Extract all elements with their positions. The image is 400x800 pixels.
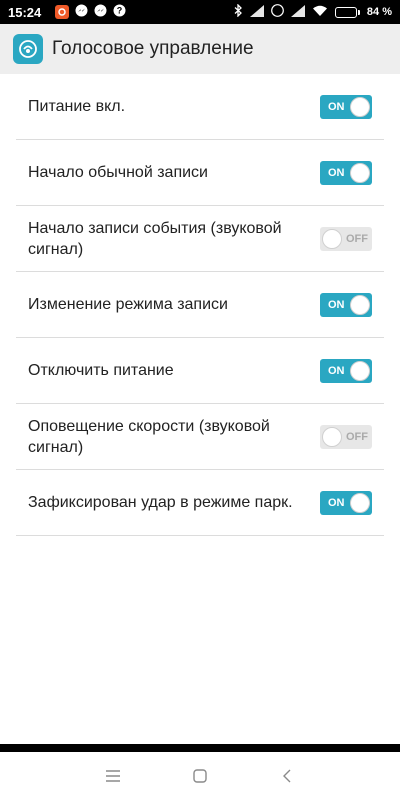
setting-row[interactable]: Начало обычной записи ON (16, 140, 384, 206)
setting-label: Начало обычной записи (28, 164, 208, 181)
toggle-state-label: ON (328, 100, 345, 113)
setting-row[interactable]: Изменение режима записи ON (16, 272, 384, 338)
toggle-state-label: OFF (346, 430, 368, 443)
app-notification-icon (55, 5, 70, 19)
wifi-icon (312, 5, 328, 20)
setting-toggle[interactable]: ON (320, 292, 372, 317)
setting-row[interactable]: Оповещение скорости (звуковой сигнал) OFF (16, 404, 384, 470)
toggle-state-label: ON (328, 298, 345, 311)
setting-toggle[interactable]: ON (320, 160, 372, 185)
setting-label: Оповещение скорости (звуковой сигнал) (28, 417, 270, 456)
app-bar: Голосовое управление (0, 24, 400, 74)
status-time: 15:24 (8, 4, 42, 20)
toggle-knob (350, 360, 370, 381)
bluetooth-icon (234, 3, 243, 20)
toggle-knob (350, 294, 370, 315)
setting-toggle[interactable]: ON (320, 490, 372, 515)
setting-row[interactable]: Отключить питание ON (16, 338, 384, 404)
messenger-icon (75, 4, 88, 20)
setting-label: Начало записи события (звуковой сигнал) (28, 219, 282, 258)
setting-toggle[interactable]: OFF (320, 226, 372, 251)
status-left: 15:24 ? (8, 4, 126, 20)
voice-control-icon (13, 34, 43, 64)
setting-toggle[interactable]: ON (320, 94, 372, 119)
r-badge-icon (271, 4, 284, 20)
setting-label: Питание вкл. (28, 98, 126, 115)
toggle-knob (350, 162, 370, 183)
home-icon[interactable] (185, 761, 215, 791)
toggle-knob (322, 426, 342, 447)
status-bar: 15:24 ? 84 % (0, 0, 400, 24)
toggle-state-label: OFF (346, 232, 368, 245)
svg-text:?: ? (117, 6, 123, 16)
setting-label: Отключить питание (28, 362, 174, 379)
status-right: 84 % (234, 3, 392, 20)
settings-list: Питание вкл. ON Начало обычной записи ON Нач… (16, 74, 384, 536)
setting-row[interactable]: Зафиксирован удар в режиме парк. ON (16, 470, 384, 536)
setting-toggle[interactable]: OFF (320, 424, 372, 449)
toggle-state-label: ON (328, 364, 345, 377)
battery-text: 84 % (366, 6, 392, 18)
setting-row[interactable]: Питание вкл. ON (16, 74, 384, 140)
settings-content: Питание вкл. ON Начало обычной записи ON Нач… (0, 74, 400, 744)
toggle-knob (350, 96, 370, 117)
back-icon[interactable] (272, 761, 302, 791)
question-icon: ? (113, 4, 126, 20)
page-title: Голосовое управление (52, 38, 254, 59)
setting-label: Изменение режима записи (28, 296, 228, 313)
toggle-state-label: ON (328, 166, 345, 179)
toggle-knob (350, 492, 370, 513)
signal-icon (249, 4, 264, 20)
setting-toggle[interactable]: ON (320, 358, 372, 383)
toggle-knob (322, 228, 342, 249)
battery-icon (334, 6, 360, 18)
signal-icon-2 (290, 4, 305, 20)
menu-icon[interactable] (98, 761, 128, 791)
setting-row[interactable]: Начало записи события (звуковой сигнал) O… (16, 206, 384, 272)
messenger-icon-2 (94, 4, 107, 20)
setting-label: Зафиксирован удар в режиме парк. (28, 494, 293, 511)
toggle-state-label: ON (328, 496, 345, 509)
navigation-bar (0, 752, 400, 800)
